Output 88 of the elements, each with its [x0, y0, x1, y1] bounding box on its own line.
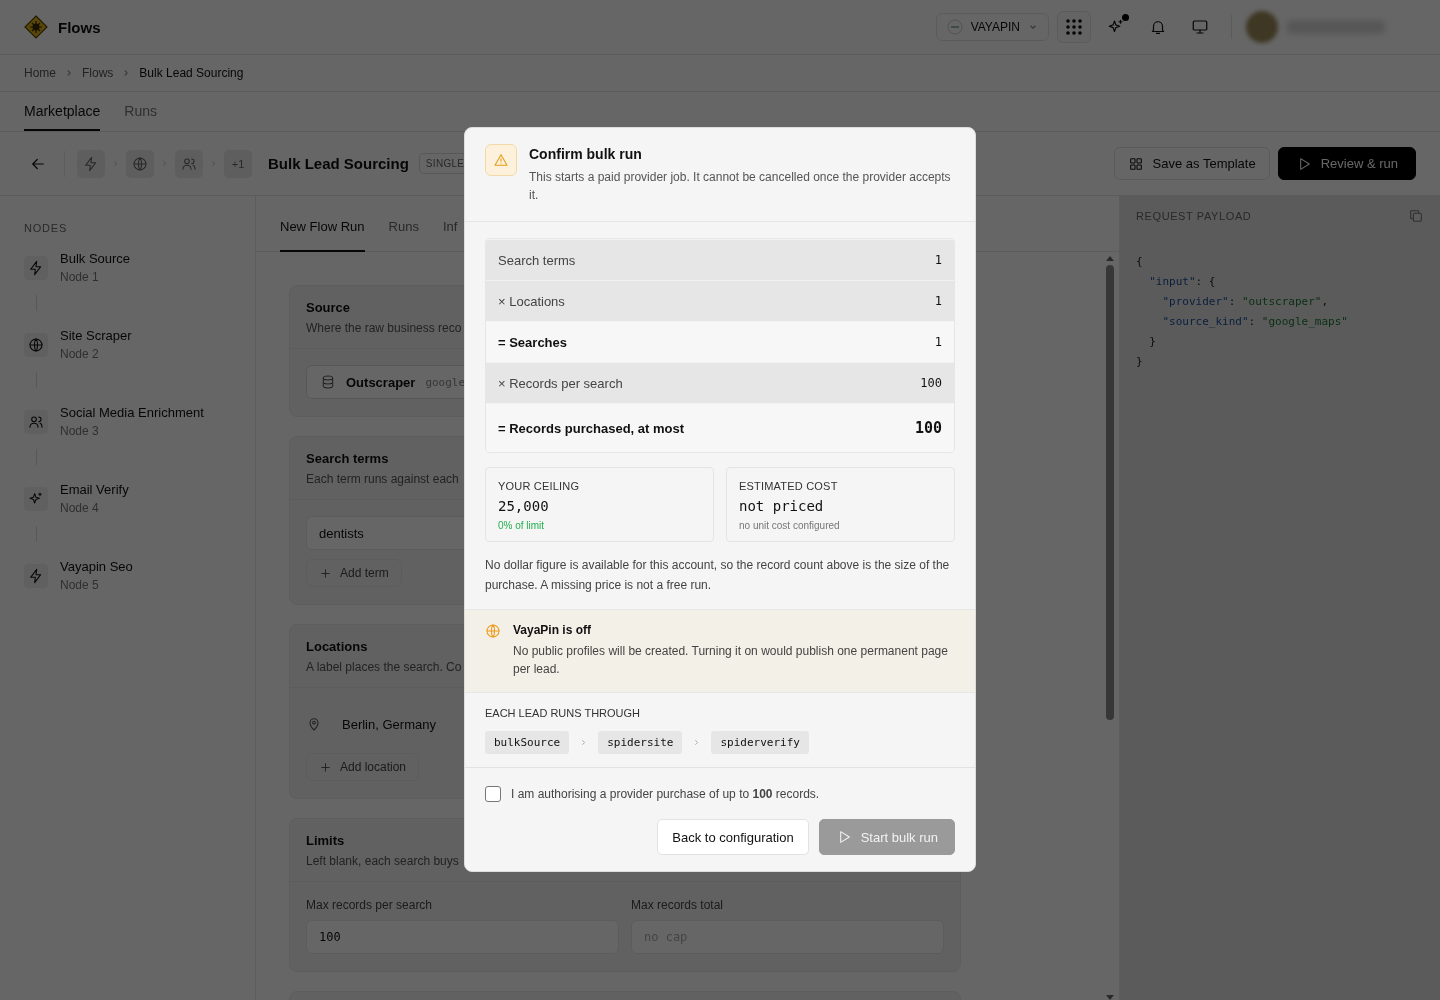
- stat-label: ESTIMATED COST: [739, 480, 839, 492]
- location-name: Berlin, Germany: [342, 716, 436, 732]
- review-run-button[interactable]: Review & run: [1277, 147, 1416, 180]
- pipeline-heading: EACH LEAD RUNS THROUGH: [485, 707, 642, 719]
- tab[interactable]: Inf: [442, 196, 458, 252]
- breakdown-value: 1: [934, 335, 942, 349]
- breakdown-label: Search terms: [498, 252, 576, 268]
- node-name: Site Scraper: [60, 328, 132, 343]
- template-grid-icon: [1127, 155, 1144, 172]
- apps-grid-icon: [1065, 18, 1083, 36]
- payload-json-text: { "input": { "provider": "outscraper", "source_kind": "google_maps" } }: [1136, 254, 1349, 370]
- stat-label: YOUR CEILING: [498, 480, 581, 492]
- scrollbar[interactable]: [1105, 256, 1115, 1000]
- bell-icon: [1149, 18, 1167, 36]
- globe-icon: [485, 623, 501, 639]
- add-location-button[interactable]: Add location: [306, 753, 420, 781]
- warning-icon: [493, 152, 509, 168]
- consent-checkbox[interactable]: [485, 786, 501, 802]
- breakdown-label: × Locations: [498, 293, 565, 309]
- tab[interactable]: Marketplace: [24, 92, 101, 131]
- apps-button[interactable]: [1057, 11, 1091, 43]
- field-label: Max records per search: [306, 898, 434, 912]
- pipeline-step: bulkSource: [485, 731, 570, 754]
- section-heading: NODES: [24, 222, 69, 234]
- workspace-logo-icon: [946, 19, 963, 35]
- section-description: Where the raw business reco: [306, 321, 462, 335]
- stat-value: not priced: [739, 498, 825, 514]
- breakdown-value: 100: [920, 376, 942, 390]
- section-description: Left blank, each search buys: [306, 854, 459, 868]
- breadcrumb-item[interactable]: Flows: [82, 66, 114, 80]
- workspace-select[interactable]: VAYAPIN: [935, 13, 1049, 41]
- back-to-configuration-button[interactable]: Back to configuration: [657, 819, 809, 855]
- stat-note: no unit cost configured: [739, 520, 841, 531]
- tab[interactable]: Runs: [388, 196, 419, 252]
- node-name: Social Media Enrichment: [60, 405, 204, 420]
- globe-icon: [132, 155, 148, 172]
- stat-value: 25,000: [498, 498, 550, 514]
- breakdown-value: 1: [934, 294, 942, 308]
- section-description: Each term runs against each: [306, 472, 459, 486]
- plus-icon: [319, 566, 332, 580]
- node-button[interactable]: [175, 149, 203, 178]
- app-name: Flows: [58, 18, 101, 36]
- chevron-right-icon: [579, 738, 589, 747]
- node-button[interactable]: [77, 149, 105, 178]
- field-label: Max records total: [631, 898, 725, 912]
- section-title: Search terms: [306, 451, 389, 466]
- node-button[interactable]: [126, 149, 154, 178]
- dialog-title: Confirm bulk run: [529, 146, 643, 162]
- section-title: Locations: [306, 639, 368, 654]
- section-title: Limits: [306, 833, 345, 848]
- add-term-button[interactable]: Add term: [306, 559, 402, 587]
- section-description: A label places the search. Co: [306, 660, 462, 674]
- breadcrumb-item: Bulk Lead Sourcing: [139, 66, 244, 80]
- plus-icon: [319, 760, 332, 774]
- breadcrumb-item[interactable]: Home: [24, 66, 56, 80]
- node-name: Bulk Source: [60, 251, 131, 266]
- stat-note: 0% of limit: [498, 520, 546, 531]
- people-icon: [181, 155, 197, 172]
- monitor-icon: [1191, 18, 1209, 36]
- save-template-button[interactable]: Save as Template: [1113, 147, 1270, 180]
- number-field[interactable]: 100: [306, 920, 619, 954]
- database-icon: [320, 374, 336, 390]
- scroll-down-triangle-icon[interactable]: [1106, 995, 1114, 1000]
- chevron-right-icon: [692, 738, 702, 747]
- breakdown-value: 1: [934, 253, 942, 267]
- dialog-description: This starts a paid provider job. It cannot be cancelled once the provider accepts it.: [529, 169, 952, 204]
- node-name: Email Verify: [60, 482, 129, 497]
- consent-text: I am authorising a provider purchase of up to 100 records.: [511, 787, 820, 801]
- node-name: Vayapin Seo: [60, 559, 133, 574]
- map-pin-icon: [306, 716, 322, 732]
- tab[interactable]: New Flow Run: [280, 196, 365, 252]
- flow-title: Bulk Lead Sourcing: [268, 155, 409, 172]
- copy-button[interactable]: [1408, 208, 1424, 224]
- breakdown-label: = Records purchased, at most: [498, 420, 685, 436]
- notice-text: No public profiles will be created. Turning it on would publish one permanent page per lead.: [513, 643, 949, 678]
- copy-icon: [1408, 208, 1424, 224]
- notice-title: VayaPin is off: [513, 623, 593, 637]
- pipeline-step: spiderverify: [711, 731, 809, 754]
- breakdown-label: × Records per search: [498, 375, 623, 391]
- section-title: Source: [306, 300, 351, 315]
- pipeline-step: spidersite: [598, 731, 683, 754]
- breakdown-value: 100: [914, 419, 942, 437]
- lightning-icon: [83, 155, 99, 172]
- cost-note: No dollar figure is available for this account, so the record count above is the size of the purchase. A missing price is not a free run.: [485, 557, 951, 594]
- logo-icon: [24, 15, 48, 39]
- scroll-up-triangle-icon[interactable]: [1106, 256, 1114, 261]
- breakdown-label: = Searches: [498, 334, 568, 350]
- avatar[interactable]: [1246, 11, 1278, 43]
